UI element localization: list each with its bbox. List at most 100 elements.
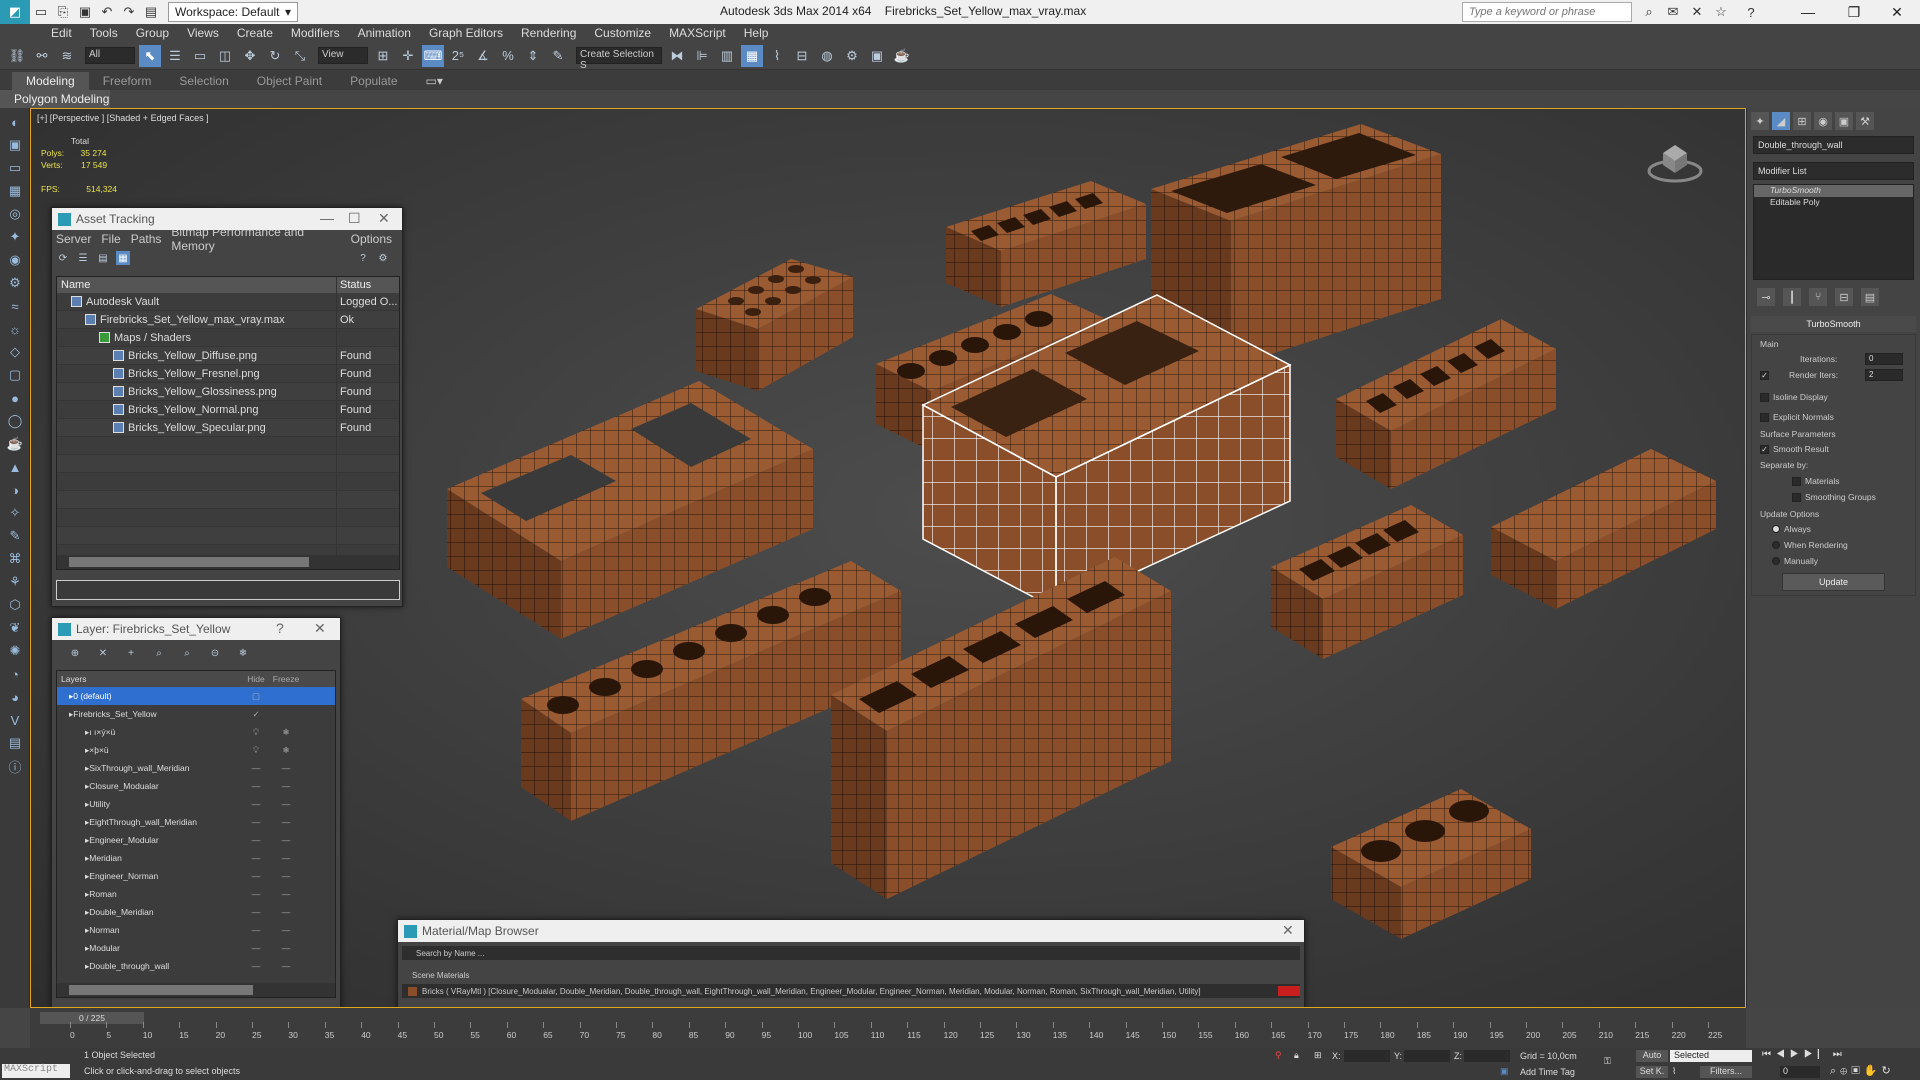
- perspective-viewport[interactable]: [+] [Perspective ] [Shaded + Edged Faces…: [30, 108, 1746, 1008]
- percent-snap-icon[interactable]: %: [497, 45, 519, 67]
- menu-create[interactable]: Create: [228, 26, 282, 40]
- freeze-toggle[interactable]: —: [271, 943, 301, 953]
- go-to-end-icon[interactable]: ⏭: [1833, 1049, 1847, 1060]
- hide-all-icon[interactable]: ⊝: [208, 646, 222, 660]
- hide-toggle[interactable]: —: [241, 907, 271, 917]
- restore-button[interactable]: ❐: [1831, 0, 1877, 24]
- settings-icon[interactable]: ⚙: [376, 251, 390, 265]
- minimize-icon[interactable]: —: [320, 210, 334, 226]
- close-icon[interactable]: ✕: [378, 210, 390, 227]
- scene-icon[interactable]: ▤: [4, 734, 26, 752]
- scene-materials-section[interactable]: Scene Materials: [398, 968, 1304, 982]
- hide-toggle[interactable]: —: [241, 763, 271, 773]
- cloth-icon[interactable]: ⌘: [4, 550, 26, 568]
- binoculars-icon[interactable]: ⌕: [1638, 1, 1660, 23]
- new-file-icon[interactable]: ▭: [30, 1, 52, 23]
- ribbon-tab-modeling[interactable]: Modeling: [12, 72, 89, 90]
- hide-toggle[interactable]: —: [241, 799, 271, 809]
- spinner-snap-icon[interactable]: ⇕: [522, 45, 544, 67]
- z-coordinate-field[interactable]: [1464, 1050, 1510, 1062]
- hide-toggle[interactable]: —: [241, 835, 271, 845]
- layer-row[interactable]: ▸ Double_Meridian — —: [57, 903, 335, 921]
- curve-editor-icon[interactable]: ⌇: [766, 45, 788, 67]
- configure-sets-icon[interactable]: ▤: [1861, 288, 1879, 306]
- render-production-icon[interactable]: ☕: [891, 45, 913, 67]
- menu-animation[interactable]: Animation: [349, 26, 420, 40]
- ribbon-options-icon[interactable]: ▭▾: [412, 72, 457, 90]
- when-rendering-radio[interactable]: [1772, 541, 1780, 549]
- ribbon-tab-freeform[interactable]: Freeform: [89, 72, 166, 90]
- scale-icon[interactable]: ⤡: [289, 45, 311, 67]
- layer-manager-icon[interactable]: ▥: [716, 45, 738, 67]
- ref-coord-dropdown[interactable]: View: [318, 47, 368, 64]
- col-name[interactable]: Name: [57, 277, 337, 293]
- app-menu-icon[interactable]: ◩: [0, 0, 30, 24]
- favorites-icon[interactable]: ☆: [1710, 1, 1732, 23]
- freeze-toggle[interactable]: —: [271, 781, 301, 791]
- wand-icon[interactable]: ✧: [4, 504, 26, 522]
- explicit-normals-checkbox[interactable]: [1760, 412, 1769, 422]
- freeze-toggle[interactable]: —: [271, 853, 301, 863]
- highlight-layer-icon[interactable]: ⌕: [180, 646, 194, 660]
- maximize-icon[interactable]: ☐: [348, 210, 361, 227]
- manually-radio[interactable]: [1772, 557, 1780, 565]
- freeze-toggle[interactable]: —: [271, 925, 301, 935]
- teapot-icon[interactable]: ☕: [4, 435, 26, 453]
- asset-menu-server[interactable]: Server: [56, 232, 91, 246]
- move-icon[interactable]: ✥: [239, 45, 261, 67]
- box-icon[interactable]: ▣: [4, 136, 26, 154]
- freeze-toggle[interactable]: —: [271, 907, 301, 917]
- create-layer-icon[interactable]: ⊕: [68, 646, 82, 660]
- menu-edit[interactable]: Edit: [42, 26, 81, 40]
- play-icon[interactable]: ▶: [1790, 1049, 1804, 1060]
- pivot-icon[interactable]: ⊞: [372, 45, 394, 67]
- snap-icon[interactable]: 2⁵: [447, 45, 469, 67]
- ribbon-tab-selection[interactable]: Selection: [165, 72, 242, 90]
- isolate-icon[interactable]: ⚲: [1275, 1050, 1282, 1061]
- freeze-toggle[interactable]: —: [271, 817, 301, 827]
- key-filters-button[interactable]: Filters...: [1700, 1066, 1752, 1078]
- close-button[interactable]: ✕: [1874, 0, 1920, 24]
- asset-row[interactable]: Maps / Shaders: [57, 329, 399, 347]
- torus-icon[interactable]: ◯: [4, 412, 26, 430]
- info-icon[interactable]: ⓘ: [4, 757, 26, 775]
- hide-toggle[interactable]: —: [241, 889, 271, 899]
- motion-tab-icon[interactable]: ◉: [1814, 112, 1832, 130]
- remove-modifier-icon[interactable]: ⊟: [1835, 288, 1853, 306]
- ribbon-tab-object-paint[interactable]: Object Paint: [243, 72, 336, 90]
- zoom-extents-icon[interactable]: ▣: [1851, 1065, 1863, 1077]
- go-to-start-icon[interactable]: ⏮: [1762, 1049, 1776, 1060]
- asset-row[interactable]: Bricks_Yellow_Specular.png Found: [57, 419, 399, 437]
- hide-toggle[interactable]: —: [241, 961, 271, 971]
- snowflake-icon[interactable]: ❄: [271, 727, 301, 738]
- delete-layer-icon[interactable]: ✕: [96, 646, 110, 660]
- select-by-name-icon[interactable]: ☰: [164, 45, 186, 67]
- menu-tools[interactable]: Tools: [81, 26, 127, 40]
- utilities-tab-icon[interactable]: ⚒: [1856, 112, 1874, 130]
- menu-graph-editors[interactable]: Graph Editors: [420, 26, 512, 40]
- menu-customize[interactable]: Customize: [585, 26, 660, 40]
- sphere-icon[interactable]: ●: [4, 389, 26, 407]
- col-status[interactable]: Status: [337, 277, 399, 293]
- col-layers[interactable]: Layers: [57, 671, 241, 687]
- leaf-icon[interactable]: ❦: [4, 619, 26, 637]
- asset-row[interactable]: Bricks_Yellow_Normal.png Found: [57, 401, 399, 419]
- freeze-all-icon[interactable]: ❄: [236, 646, 250, 660]
- layer-list-scrollbar[interactable]: [57, 983, 335, 997]
- hierarchy-tab-icon[interactable]: ⊞: [1793, 112, 1811, 130]
- update-button[interactable]: Update: [1782, 573, 1885, 591]
- brick-utility[interactable]: [1331, 789, 1531, 939]
- layer-row[interactable]: ▸ Engineer_Modular — —: [57, 831, 335, 849]
- key-mode-icon[interactable]: ⌇: [1672, 1066, 1676, 1077]
- hide-toggle[interactable]: —: [241, 781, 271, 791]
- smooth-result-checkbox[interactable]: ✓: [1760, 444, 1769, 454]
- render-iters-checkbox[interactable]: ✓: [1760, 370, 1769, 380]
- help-icon[interactable]: ?: [1740, 1, 1762, 23]
- cone-icon[interactable]: ▲: [4, 458, 26, 476]
- snowflake-icon[interactable]: ❄: [271, 745, 301, 756]
- align-icon[interactable]: ⊫: [691, 45, 713, 67]
- asset-row[interactable]: Bricks_Yellow_Glossiness.png Found: [57, 383, 399, 401]
- minimize-button[interactable]: —: [1785, 0, 1831, 24]
- layer-row[interactable]: ▸ Norman — —: [57, 921, 335, 939]
- table-view-icon[interactable]: ▤: [96, 251, 110, 265]
